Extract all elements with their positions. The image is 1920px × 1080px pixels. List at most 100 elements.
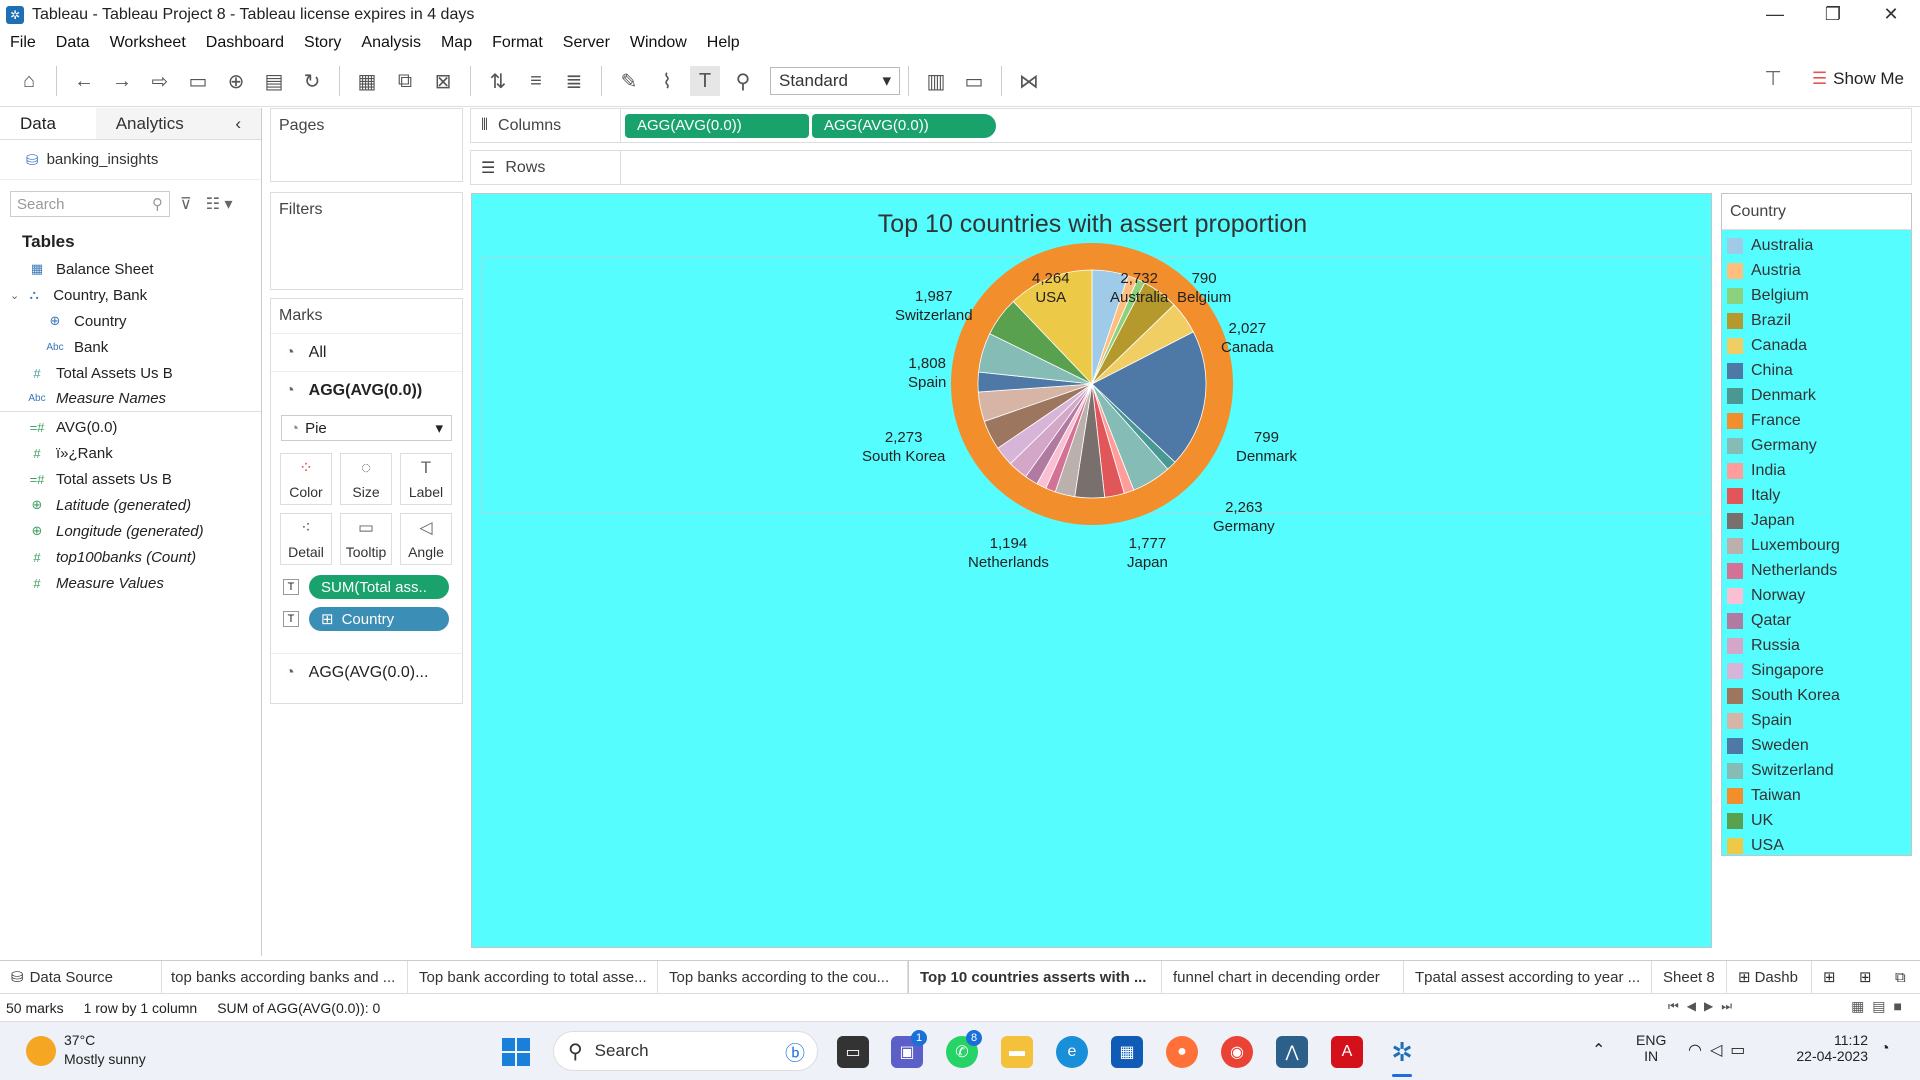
legend-item[interactable]: USA	[1722, 833, 1911, 858]
menu-help[interactable]: Help	[707, 34, 740, 52]
legend-item[interactable]: Norway	[1722, 583, 1911, 608]
taskbar-search[interactable]: ⚲ Search ⓑ	[553, 1031, 818, 1071]
rows-shelf[interactable]: ☰ Rows	[470, 150, 1912, 185]
legend-item[interactable]: South Korea	[1722, 683, 1911, 708]
datasource-item[interactable]: ⛁ banking_insights	[0, 140, 261, 180]
legend-item[interactable]: Switzerland	[1722, 758, 1911, 783]
field-item[interactable]: Abc Measure Names	[0, 386, 261, 412]
field-item[interactable]: =# Total assets Us B	[0, 466, 261, 492]
country-pill[interactable]: ⊞ Country	[309, 607, 449, 631]
legend-item[interactable]: Sweden	[1722, 733, 1911, 758]
filters-card[interactable]: Filters	[270, 192, 463, 290]
minimize-button[interactable]: —	[1746, 0, 1804, 29]
new-worksheet-icon[interactable]: ▦	[352, 66, 382, 96]
pin-icon[interactable]: ⊤	[1764, 66, 1781, 91]
view-list-icon[interactable]: ☷ ▾	[206, 194, 233, 214]
menu-story[interactable]: Story	[304, 34, 341, 52]
marks-all-row[interactable]: ◔ All	[271, 333, 462, 371]
sheet-view-icons[interactable]: ▦▤■	[1851, 998, 1910, 1015]
chevron-up-icon[interactable]: ⌃	[1592, 1040, 1605, 1060]
color-button[interactable]: ⁘ Color	[280, 453, 332, 505]
group-members-icon[interactable]: ⌇	[652, 66, 682, 96]
legend-item[interactable]: Luxembourg	[1722, 533, 1911, 558]
marks-agg-row[interactable]: ◔ AGG(AVG(0.0))	[271, 371, 462, 409]
redo-icon[interactable]: →	[107, 66, 137, 96]
field-item[interactable]: ⊕ Longitude (generated)	[0, 518, 261, 544]
edge-icon[interactable]: e	[1056, 1036, 1088, 1068]
tab-data-source[interactable]: ⛁ Data Source	[0, 960, 162, 994]
tab-analytics[interactable]: Analytics ‹	[95, 108, 261, 139]
field-item[interactable]: Abc Bank	[0, 334, 261, 360]
size-button[interactable]: ◌ Size	[340, 453, 392, 505]
marks-agg2-row[interactable]: ◔ AGG(AVG(0.0)...	[271, 653, 462, 691]
legend-item[interactable]: Canada	[1722, 333, 1911, 358]
sheet-tab[interactable]: Top banks according to the cou...	[658, 960, 908, 994]
menu-format[interactable]: Format	[492, 34, 543, 52]
new-dashboard-icon[interactable]: ⊞	[1848, 961, 1884, 994]
fix-axes-icon[interactable]: ⚲	[728, 66, 758, 96]
menu-window[interactable]: Window	[630, 34, 687, 52]
filter-icon[interactable]: ⊽	[180, 194, 192, 214]
legend-item[interactable]: Singapore	[1722, 658, 1911, 683]
language-indicator[interactable]: ENG IN	[1636, 1032, 1666, 1064]
show-me-button[interactable]: Show Me	[1833, 69, 1904, 89]
menu-server[interactable]: Server	[563, 34, 610, 52]
chrome-icon[interactable]: ◉	[1221, 1036, 1253, 1068]
notification-icon[interactable]: ◔	[1880, 1040, 1890, 1058]
columns-pill-2[interactable]: AGG(AVG(0.0))	[812, 113, 996, 138]
duplicate-sheet-icon[interactable]: ⧉	[390, 66, 420, 96]
sheet-tab[interactable]: top banks according banks and ...	[162, 960, 408, 994]
new-worksheet-icon[interactable]: ⊞	[1812, 961, 1848, 994]
tab-data[interactable]: Data	[0, 108, 96, 139]
legend-item[interactable]: Australia	[1722, 233, 1911, 258]
legend-item[interactable]: China	[1722, 358, 1911, 383]
legend-item[interactable]: Brazil	[1722, 308, 1911, 333]
save-icon[interactable]: ▭	[183, 66, 213, 96]
menu-file[interactable]: File	[10, 34, 36, 52]
sheet-tab[interactable]: Tpatal assest according to year ...	[1404, 960, 1652, 994]
field-item[interactable]: # Measure Values	[0, 570, 261, 596]
clear-sheet-icon[interactable]: ⊠	[428, 66, 458, 96]
angle-button[interactable]: ◁ Angle	[400, 513, 452, 565]
tableau-taskbar-icon[interactable]: ✲	[1386, 1036, 1418, 1068]
pie-chart[interactable]	[472, 194, 1713, 949]
columns-shelf[interactable]: ⦀ Columns AGG(AVG(0.0)) AGG(AVG(0.0))	[470, 108, 1912, 143]
field-item[interactable]: =# AVG(0.0)	[0, 414, 261, 440]
start-button[interactable]	[500, 1036, 532, 1068]
highlight-icon[interactable]: ✎	[614, 66, 644, 96]
new-datasource-icon[interactable]: ⊕	[221, 66, 251, 96]
menu-worksheet[interactable]: Worksheet	[110, 34, 186, 52]
columns-pill-1[interactable]: AGG(AVG(0.0))	[625, 113, 809, 138]
sort-ascending-icon[interactable]: ≡	[521, 66, 551, 96]
color-legend[interactable]: Country Australia Austria Belgium Brazil Can…	[1721, 193, 1912, 856]
legend-item[interactable]: Austria	[1722, 258, 1911, 283]
sheet-tab[interactable]: Sheet 8	[1652, 960, 1727, 994]
label-button[interactable]: T Label	[400, 453, 452, 505]
field-item[interactable]: ⌄ ⛬ Country, Bank	[0, 282, 261, 308]
weather-temp[interactable]: 37°C	[64, 1032, 95, 1048]
close-button[interactable]: ✕	[1862, 0, 1920, 29]
show-mark-labels-icon[interactable]: T	[690, 66, 720, 96]
legend-item[interactable]: Italy	[1722, 483, 1911, 508]
firefox-icon[interactable]: ●	[1166, 1036, 1198, 1068]
file-explorer-icon[interactable]: ▬	[1001, 1036, 1033, 1068]
restore-button[interactable]: ❐	[1804, 0, 1862, 29]
menu-dashboard[interactable]: Dashboard	[206, 34, 284, 52]
presentation-mode-icon[interactable]: ▭	[959, 66, 989, 96]
legend-item[interactable]: Germany	[1722, 433, 1911, 458]
tooltip-button[interactable]: ▭ Tooltip	[340, 513, 392, 565]
store-icon[interactable]: ▦	[1111, 1036, 1143, 1068]
legend-item[interactable]: Qatar	[1722, 608, 1911, 633]
legend-item[interactable]: Denmark	[1722, 383, 1911, 408]
dashboard-tab[interactable]: ⊞ Dashb	[1727, 960, 1812, 994]
home-icon[interactable]: ⌂	[14, 66, 44, 96]
chevron-down-icon[interactable]: ⌄	[10, 289, 19, 302]
detail-button[interactable]: ⁖ Detail	[280, 513, 332, 565]
pause-updates-icon[interactable]: ▤	[259, 66, 289, 96]
legend-item[interactable]: France	[1722, 408, 1911, 433]
mark-type-select[interactable]: ◔ Pie ▾	[281, 415, 452, 441]
field-item[interactable]: ▦ Balance Sheet	[0, 256, 261, 282]
legend-item[interactable]: Belgium	[1722, 283, 1911, 308]
weather-desc[interactable]: Mostly sunny	[64, 1051, 146, 1067]
system-tray-icons[interactable]: ◠◁▭	[1688, 1040, 1753, 1060]
